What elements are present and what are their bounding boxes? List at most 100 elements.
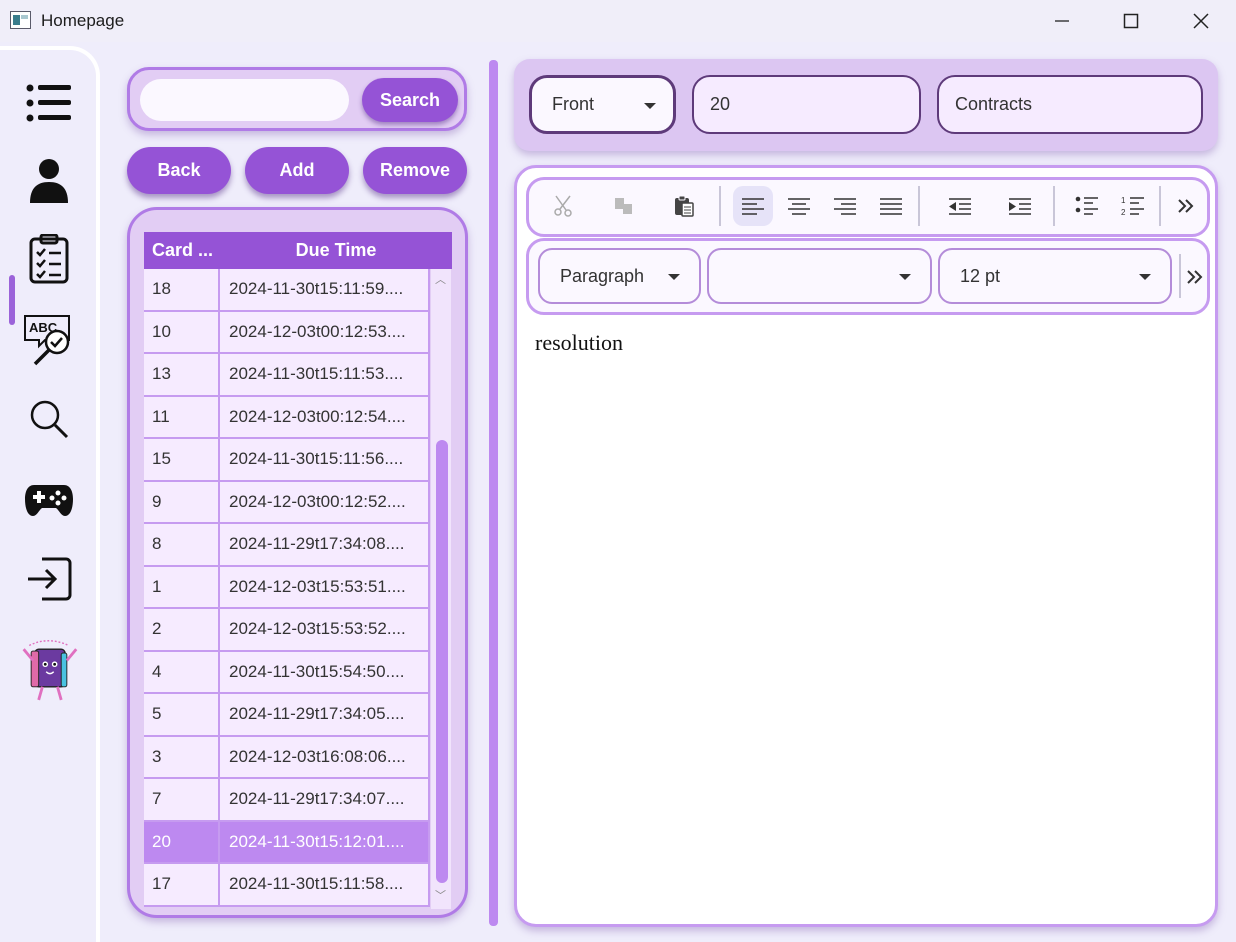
nav-mascot[interactable] — [18, 628, 80, 708]
chevron-down-icon — [668, 274, 680, 280]
svg-text:2: 2 — [1121, 208, 1126, 217]
nav-profile[interactable] — [18, 150, 80, 212]
table-row[interactable]: 17 2024-11-30t15:11:58.... — [144, 864, 430, 907]
copy-icon — [615, 198, 632, 214]
table-row[interactable]: 13 2024-11-30t15:11:53.... — [144, 354, 430, 397]
remove-button[interactable]: Remove — [363, 147, 467, 194]
active-indicator — [9, 275, 15, 325]
login-icon — [28, 557, 72, 601]
outdent-button[interactable] — [939, 186, 979, 226]
indent-icon — [1009, 198, 1031, 215]
align-center-button[interactable] — [779, 186, 819, 226]
nav-spellcheck[interactable]: ABC — [18, 308, 80, 370]
align-left-button[interactable] — [733, 186, 773, 226]
scroll-down-icon[interactable]: ﹀ — [435, 887, 446, 903]
table-row[interactable]: 8 2024-11-29t17:34:08.... — [144, 524, 430, 567]
nav-menu[interactable] — [18, 72, 80, 134]
bullet-list-icon — [1075, 196, 1098, 215]
toolbar-separator — [719, 186, 721, 226]
table-row[interactable]: 7 2024-11-29t17:34:07.... — [144, 779, 430, 822]
bullet-list-button[interactable] — [1067, 186, 1107, 226]
table-row[interactable]: 10 2024-12-03t00:12:53.... — [144, 311, 430, 354]
svg-text:1: 1 — [1121, 196, 1126, 205]
cell-due-time: 2024-11-30t15:12:01.... — [220, 821, 430, 862]
table-row[interactable]: 11 2024-12-03t00:12:54.... — [144, 396, 430, 439]
cell-due-time: 2024-11-29t17:34:08.... — [220, 524, 430, 565]
cell-due-time: 2024-12-03t15:53:51.... — [220, 566, 430, 607]
side-select-value: Front — [552, 94, 595, 114]
table-row[interactable]: 9 2024-12-03t00:12:52.... — [144, 481, 430, 524]
chevron-down-icon — [899, 274, 911, 280]
search-button[interactable]: Search — [362, 78, 458, 122]
nav-login[interactable] — [18, 548, 80, 610]
more-icon — [1178, 199, 1194, 213]
align-right-button[interactable] — [825, 186, 865, 226]
card-number-field[interactable]: 20 — [692, 75, 921, 134]
toolbar-separator — [1159, 186, 1161, 226]
table-scrollbar[interactable]: ︿ ﹀ — [431, 269, 451, 909]
back-button[interactable]: Back — [127, 147, 231, 194]
cell-due-time: 2024-12-03t00:12:54.... — [220, 396, 430, 437]
close-button[interactable] — [1166, 0, 1236, 42]
card-number-value: 20 — [710, 94, 731, 114]
nav-tasks[interactable] — [18, 228, 80, 290]
deck-name-field[interactable]: Contracts — [937, 75, 1203, 134]
add-button[interactable]: Add — [245, 147, 349, 194]
nav-search[interactable] — [18, 388, 80, 450]
more-icon — [1187, 270, 1203, 284]
maximize-button[interactable] — [1096, 0, 1166, 42]
scroll-thumb[interactable] — [436, 440, 448, 883]
table-row[interactable]: 15 2024-11-30t15:11:56.... — [144, 439, 430, 482]
paragraph-style-select[interactable]: Paragraph — [538, 248, 701, 304]
cell-due-time: 2024-11-30t15:11:56.... — [220, 439, 430, 480]
cell-due-time: 2024-12-03t16:08:06.... — [220, 736, 430, 777]
font-size-value: 12 pt — [960, 265, 1001, 286]
numbered-list-button[interactable]: 1 2 — [1113, 186, 1153, 226]
font-family-select[interactable] — [707, 248, 932, 304]
column-header-card[interactable]: Card ... — [144, 232, 220, 269]
copy-button[interactable] — [604, 186, 644, 226]
font-size-select[interactable]: 12 pt — [938, 248, 1172, 304]
cell-due-time: 2024-11-30t15:11:53.... — [220, 354, 430, 395]
search-input[interactable] — [140, 79, 349, 121]
indent-button[interactable] — [999, 186, 1039, 226]
cell-due-time: 2024-12-03t00:12:53.... — [220, 311, 430, 352]
table-row[interactable]: 18 2024-11-30t15:11:59.... — [144, 269, 430, 312]
cell-card-number: 10 — [144, 311, 220, 352]
paste-icon — [675, 195, 694, 217]
nav-games[interactable] — [18, 468, 80, 530]
toolbar-overflow-button[interactable] — [1171, 186, 1201, 226]
minimize-icon — [1055, 20, 1069, 22]
scroll-up-icon[interactable]: ︿ — [435, 271, 446, 287]
side-select[interactable]: Front — [529, 75, 676, 134]
column-header-due-time[interactable]: Due Time — [220, 232, 452, 269]
chevron-down-icon — [1139, 274, 1151, 280]
panel-splitter[interactable] — [489, 60, 498, 926]
minimize-button[interactable] — [1027, 0, 1097, 42]
editor-content[interactable]: resolution — [535, 330, 623, 356]
toolbar-separator — [1053, 186, 1055, 226]
list-icon — [26, 84, 71, 122]
align-left-icon — [742, 198, 764, 215]
paste-button[interactable] — [664, 186, 704, 226]
table-row[interactable]: 20 2024-11-30t15:12:01.... — [144, 821, 430, 864]
cards-table-panel: Card ... Due Time 18 2024-11-30t15:11:59.… — [127, 207, 468, 918]
user-icon — [30, 159, 68, 203]
editor-toolbar-primary: 1 2 — [526, 177, 1210, 237]
outdent-icon — [949, 198, 971, 215]
editor-toolbar-format: Paragraph 12 pt — [526, 238, 1210, 315]
cell-due-time: 2024-11-29t17:34:07.... — [220, 779, 430, 820]
table-row[interactable]: 4 2024-11-30t15:54:50.... — [144, 651, 430, 694]
format-overflow-button[interactable] — [1181, 257, 1209, 297]
table-row[interactable]: 5 2024-11-29t17:34:05.... — [144, 694, 430, 737]
table-row[interactable]: 3 2024-12-03t16:08:06.... — [144, 736, 430, 779]
cell-card-number: 17 — [144, 864, 220, 905]
title-bar: Homepage — [0, 0, 1236, 42]
table-row[interactable]: 2 2024-12-03t15:53:52.... — [144, 609, 430, 652]
nav-rail-items: ABC — [0, 42, 103, 942]
cut-button[interactable] — [544, 186, 584, 226]
table-row[interactable]: 1 2024-12-03t15:53:51.... — [144, 566, 430, 609]
cell-due-time: 2024-12-03t00:12:52.... — [220, 481, 430, 522]
align-justify-button[interactable] — [871, 186, 911, 226]
cell-due-time: 2024-11-30t15:11:58.... — [220, 864, 430, 905]
